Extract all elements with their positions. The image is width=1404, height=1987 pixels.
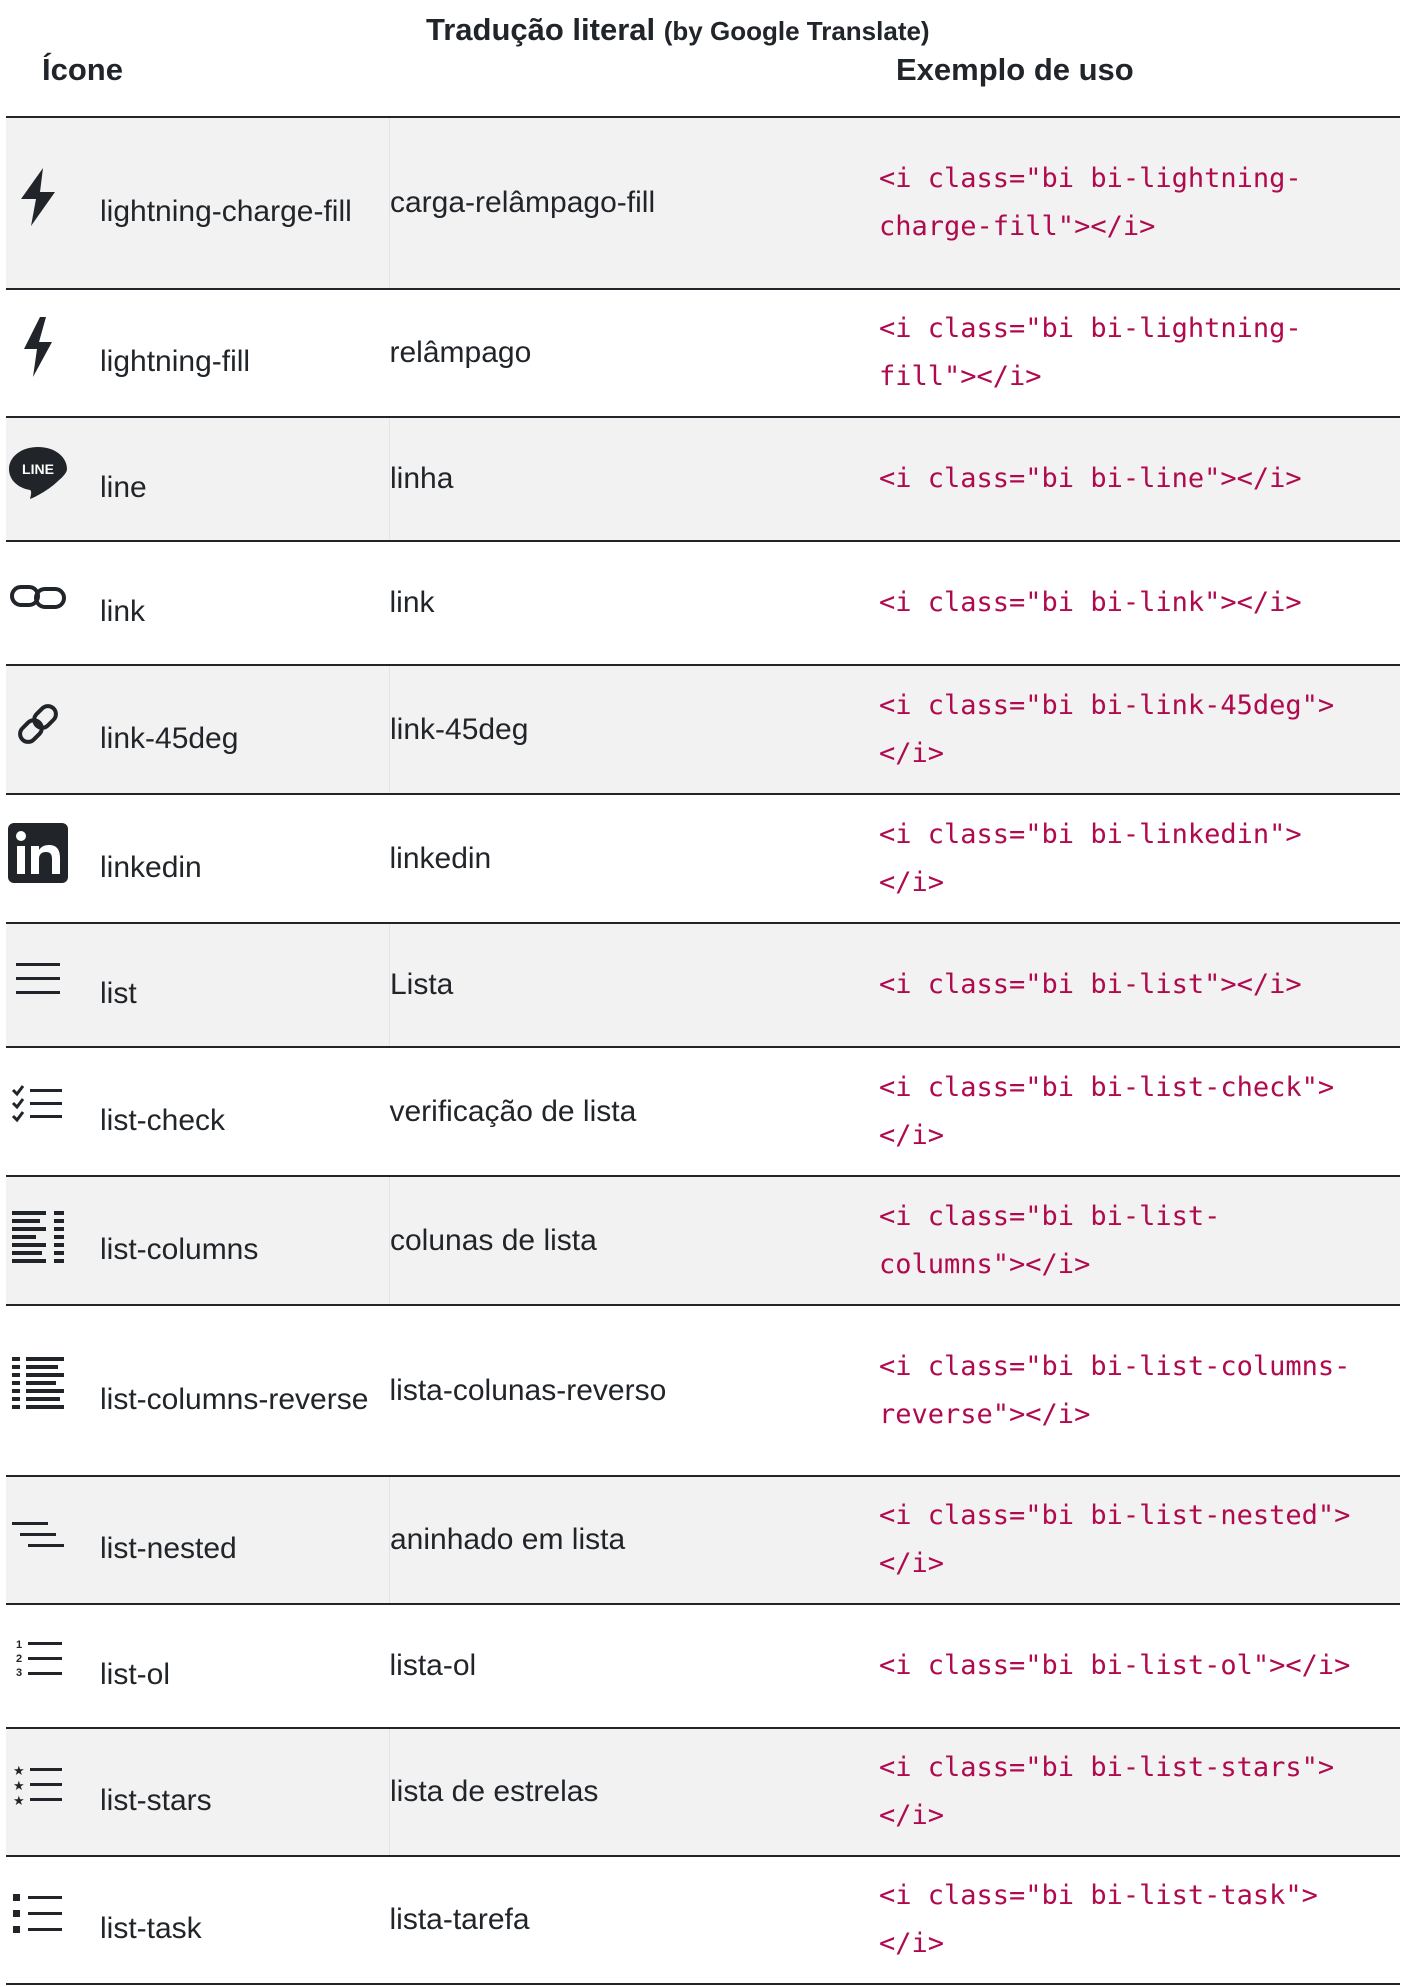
icon-cell: link-45deg [6, 665, 390, 795]
code-example: <i class="bi bi-list-task"> </i> [879, 1856, 1400, 1985]
icon-name: list-columns [100, 1232, 259, 1266]
list-task-icon [6, 1882, 70, 1946]
list-stars-icon [6, 1754, 70, 1818]
translation-cell: Lista [389, 923, 879, 1048]
translation-cell: lista-tarefa [389, 1856, 879, 1985]
code-example: <i class="bi bi-list-stars"> </i> [879, 1728, 1400, 1857]
translation-cell: link [389, 541, 879, 666]
table-row: list-columns-reverse lista-colunas-revers… [6, 1305, 1400, 1477]
icon-cell: linkedin [6, 794, 390, 924]
icon-cell: list-columns [6, 1176, 390, 1306]
code-example: <i class="bi bi-list"></i> [879, 923, 1400, 1048]
icon-cell: list [6, 923, 390, 1048]
icon-cell: lightning-charge-fill [6, 118, 390, 290]
translation-cell: relâmpago [389, 289, 879, 418]
list-icon [6, 947, 70, 1011]
table-row: linkedin linkedin <i class="bi bi-linkedin… [6, 794, 1400, 924]
icon-name: linkedin [100, 850, 202, 884]
translation-cell: lista-ol [389, 1604, 879, 1729]
icon-cell: link [6, 541, 390, 666]
table-row: list-task lista-tarefa <i class="bi bi-lis… [6, 1856, 1400, 1985]
code-example: <i class="bi bi-list-columns- reverse"><… [879, 1305, 1400, 1477]
list-ol-icon [6, 1628, 70, 1692]
code-example: <i class="bi bi-lightning- fill"></i> [879, 289, 1400, 418]
translation-cell: carga-relâmpago-fill [389, 118, 879, 290]
header-example: Exemplo de uso [896, 52, 1134, 87]
icon-cell: list-check [6, 1047, 390, 1177]
icons-table: lightning-charge-fill carga-relâmpago-fil… [6, 118, 1400, 1985]
icon-name: list-nested [100, 1532, 237, 1565]
header-translation: Tradução literal (by Google Translate) [426, 6, 930, 55]
table-row: link link <i class="bi bi-link"></i> [6, 541, 1400, 666]
list-columns-icon [6, 1203, 70, 1267]
icon-name: list [100, 977, 137, 1010]
icon-name: line [100, 471, 147, 504]
table-row: lightning-fill relâmpago <i class="bi bi-l… [6, 289, 1400, 418]
link-icon [6, 565, 70, 629]
translation-cell: lista de estrelas [389, 1728, 879, 1857]
list-nested-icon [6, 1502, 70, 1566]
linkedin-icon [6, 821, 70, 885]
list-check-icon [6, 1074, 70, 1138]
table-row: list-columns colunas de lista <i class="bi… [6, 1176, 1400, 1306]
icon-name: list-columns-reverse [100, 1382, 369, 1416]
code-example: <i class="bi bi-lightning- charge-fill">… [879, 118, 1400, 290]
header-translation-main: Tradução literal [426, 12, 656, 47]
table-row: link-45deg link-45deg <i class="bi bi-link… [6, 665, 1400, 795]
table-row: lightning-charge-fill carga-relâmpago-fil… [6, 118, 1400, 290]
table-row: list-stars lista de estrelas <i class="bi … [6, 1728, 1400, 1857]
icon-name: list-check [100, 1103, 226, 1137]
code-example: <i class="bi bi-linkedin"> </i> [879, 794, 1400, 924]
translation-cell: lista-colunas-reverso [389, 1305, 879, 1477]
icon-cell: line [6, 417, 390, 542]
translation-cell: linkedin [389, 794, 879, 924]
translation-cell: linha [389, 417, 879, 542]
icon-name: link [100, 595, 146, 628]
header-translation-small: (by Google Translate) [663, 16, 930, 46]
code-example: <i class="bi bi-list-check"> </i> [879, 1047, 1400, 1177]
code-example: <i class="bi bi-link-45deg"> </i> [879, 665, 1400, 795]
code-example: <i class="bi bi-list-nested"> </i> [879, 1476, 1400, 1605]
icons-table-body: lightning-charge-fill carga-relâmpago-fil… [6, 118, 1400, 1985]
translation-cell: aninhado em lista [389, 1476, 879, 1605]
icon-cell: list-nested [6, 1476, 390, 1605]
icon-name: list-stars [100, 1784, 212, 1817]
table-row: list Lista <i class="bi bi-list"></i> [6, 923, 1400, 1048]
table-row: list-ol lista-ol <i class="bi bi-list-ol">… [6, 1604, 1400, 1729]
lightning-charge-fill-icon [6, 165, 70, 229]
icon-cell: list-ol [6, 1604, 390, 1729]
code-example: <i class="bi bi-list- columns"></i> [879, 1176, 1400, 1306]
code-example: <i class="bi bi-list-ol"></i> [879, 1604, 1400, 1729]
icon-name: lightning-charge-fill [100, 195, 352, 228]
icon-name: list-task [100, 1912, 202, 1945]
icon-cell: lightning-fill [6, 289, 390, 418]
table-row: list-nested aninhado em lista <i class="bi… [6, 1476, 1400, 1605]
code-example: <i class="bi bi-link"></i> [879, 541, 1400, 666]
icon-name: link-45deg [100, 721, 239, 755]
table-row: list-check verificação de lista <i class="… [6, 1047, 1400, 1177]
link-45deg-icon [6, 692, 70, 756]
translation-cell: verificação de lista [389, 1047, 879, 1177]
icon-cell: list-stars [6, 1728, 390, 1857]
lightning-fill-icon [6, 315, 70, 379]
icon-name: list-ol [100, 1658, 171, 1691]
line-icon [6, 441, 70, 505]
table-row: line linha <i class="bi bi-line"></i> [6, 417, 1400, 542]
list-columns-reverse-icon [6, 1353, 70, 1417]
translation-cell: link-45deg [389, 665, 879, 795]
code-example: <i class="bi bi-line"></i> [879, 417, 1400, 542]
header-icon: Ícone [42, 52, 123, 87]
icon-name: lightning-fill [100, 345, 251, 378]
icon-cell: list-columns-reverse [6, 1305, 390, 1477]
icon-cell: list-task [6, 1856, 390, 1985]
table-header: Ícone Tradução literal (by Google Transl… [0, 0, 1404, 118]
translation-cell: colunas de lista [389, 1176, 879, 1306]
